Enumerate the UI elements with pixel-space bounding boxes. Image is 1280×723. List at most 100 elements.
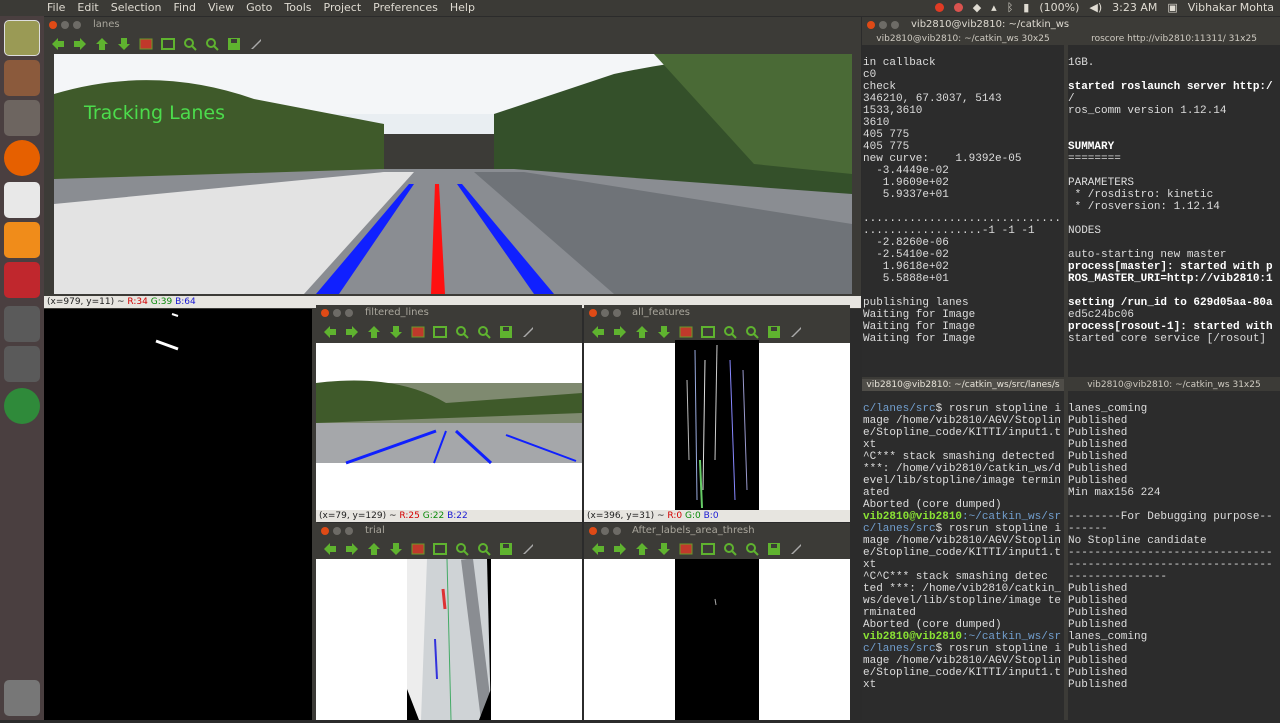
zoom-out-icon[interactable] (476, 542, 492, 556)
arrow-up-icon[interactable] (634, 542, 650, 556)
menu-find[interactable]: Find (173, 1, 196, 14)
battery-icon[interactable]: ▮ (1023, 1, 1029, 14)
menu-project[interactable]: Project (324, 1, 362, 14)
zoom-in-icon[interactable] (454, 542, 470, 556)
terminal-tab[interactable]: vib2810@vib2810: ~/catkin_ws/src/lanes/s (862, 379, 1064, 391)
arrow-down-icon[interactable] (116, 37, 132, 51)
arrow-right-icon[interactable] (344, 542, 360, 556)
properties-icon[interactable] (520, 542, 536, 556)
arrow-up-icon[interactable] (366, 325, 382, 339)
zoom-in-icon[interactable] (722, 542, 738, 556)
arrow-left-icon[interactable] (322, 542, 338, 556)
image-icon[interactable] (678, 542, 694, 556)
close-icon[interactable] (589, 309, 597, 317)
browser-icon[interactable] (4, 388, 40, 424)
terminal-pane-1[interactable]: vib2810@vib2810: ~/catkin_ws 30x25 in ca… (862, 33, 1064, 377)
menu-goto[interactable]: Goto (246, 1, 272, 14)
properties-icon[interactable] (788, 542, 804, 556)
image-icon[interactable] (410, 542, 426, 556)
properties-icon[interactable] (520, 325, 536, 339)
minimize-icon[interactable] (879, 21, 887, 29)
minimize-icon[interactable] (333, 527, 341, 535)
zoom-in-icon[interactable] (454, 325, 470, 339)
menu-help[interactable]: Help (450, 1, 475, 14)
zoom-out-icon[interactable] (476, 325, 492, 339)
terminal-tab[interactable]: vib2810@vib2810: ~/catkin_ws 30x25 (862, 33, 1064, 45)
properties-icon[interactable] (788, 325, 804, 339)
terminal-pane-2[interactable]: roscore http://vib2810:11311/ 31x25 1GB.… (1068, 33, 1280, 377)
menu-tools[interactable]: Tools (284, 1, 311, 14)
zoom-out-icon[interactable] (744, 325, 760, 339)
notification-icon[interactable] (953, 3, 963, 12)
arrow-up-icon[interactable] (366, 542, 382, 556)
menu-view[interactable]: View (208, 1, 234, 14)
terminal-tab[interactable]: roscore http://vib2810:11311/ 31x25 (1068, 33, 1280, 45)
arrow-down-icon[interactable] (656, 542, 672, 556)
minimize-icon[interactable] (601, 309, 609, 317)
zoom-in-icon[interactable] (182, 37, 198, 51)
zoom-in-icon[interactable] (722, 325, 738, 339)
system-monitor-icon[interactable] (4, 262, 40, 298)
save-icon[interactable] (226, 37, 242, 51)
ubuntu-dash-icon[interactable] (4, 20, 40, 56)
user-name[interactable]: Vibhakar Mohta (1188, 1, 1274, 14)
arrow-right-icon[interactable] (344, 325, 360, 339)
zoom-out-icon[interactable] (744, 542, 760, 556)
terminal-tab[interactable]: vib2810@vib2810: ~/catkin_ws 31x25 (1068, 379, 1280, 391)
terminal-launcher-icon[interactable] (4, 100, 40, 136)
image-icon[interactable] (678, 325, 694, 339)
clock[interactable]: 3:23 AM (1112, 1, 1157, 14)
arrow-right-icon[interactable] (612, 542, 628, 556)
trash-icon[interactable] (4, 680, 40, 716)
arrow-down-icon[interactable] (388, 542, 404, 556)
maximize-icon[interactable] (345, 527, 353, 535)
arrow-right-icon[interactable] (612, 325, 628, 339)
terminal-pane-3[interactable]: vib2810@vib2810: ~/catkin_ws/src/lanes/s… (862, 379, 1064, 720)
close-icon[interactable] (321, 527, 329, 535)
arrow-up-icon[interactable] (634, 325, 650, 339)
menu-preferences[interactable]: Preferences (373, 1, 438, 14)
properties-icon[interactable] (248, 37, 264, 51)
unknown-app-icon[interactable] (4, 306, 40, 342)
black-image-window[interactable] (44, 309, 312, 720)
maximize-icon[interactable] (613, 309, 621, 317)
wifi-icon[interactable]: ▴ (991, 1, 997, 14)
zoom-fit-icon[interactable] (432, 542, 448, 556)
dropbox-icon[interactable]: ◆ (973, 1, 981, 14)
zoom-out-icon[interactable] (204, 37, 220, 51)
close-icon[interactable] (589, 527, 597, 535)
text-editor-icon[interactable] (4, 182, 40, 218)
terminal-pane-4[interactable]: vib2810@vib2810: ~/catkin_ws 31x25 lanes… (1068, 379, 1280, 720)
save-icon[interactable] (766, 542, 782, 556)
save-icon[interactable] (498, 542, 514, 556)
zoom-fit-icon[interactable] (160, 37, 176, 51)
bluetooth-icon[interactable]: ᛒ (1007, 1, 1014, 14)
labels-image[interactable] (675, 559, 759, 720)
minimize-icon[interactable] (333, 309, 341, 317)
save-icon[interactable] (498, 325, 514, 339)
zoom-fit-icon[interactable] (432, 325, 448, 339)
volume-icon[interactable]: ◀) (1089, 1, 1102, 14)
close-icon[interactable] (49, 21, 57, 29)
features-image[interactable] (675, 340, 759, 510)
filtered-image[interactable] (316, 343, 582, 510)
firefox-icon[interactable] (4, 140, 40, 176)
close-icon[interactable] (321, 309, 329, 317)
arrow-left-icon[interactable] (50, 37, 66, 51)
zoom-fit-icon[interactable] (700, 325, 716, 339)
image-icon[interactable] (410, 325, 426, 339)
arrow-left-icon[interactable] (322, 325, 338, 339)
arrow-down-icon[interactable] (388, 325, 404, 339)
zoom-fit-icon[interactable] (700, 542, 716, 556)
arrow-down-icon[interactable] (656, 325, 672, 339)
arrow-right-icon[interactable] (72, 37, 88, 51)
sublime-text-icon[interactable] (4, 222, 40, 258)
lanes-image[interactable]: Tracking Lanes (54, 54, 852, 294)
minimize-icon[interactable] (61, 21, 69, 29)
menu-file[interactable]: File (47, 1, 65, 14)
maximize-icon[interactable] (345, 309, 353, 317)
menu-edit[interactable]: Edit (77, 1, 98, 14)
files-icon[interactable] (4, 60, 40, 96)
maximize-icon[interactable] (73, 21, 81, 29)
arrow-left-icon[interactable] (590, 542, 606, 556)
